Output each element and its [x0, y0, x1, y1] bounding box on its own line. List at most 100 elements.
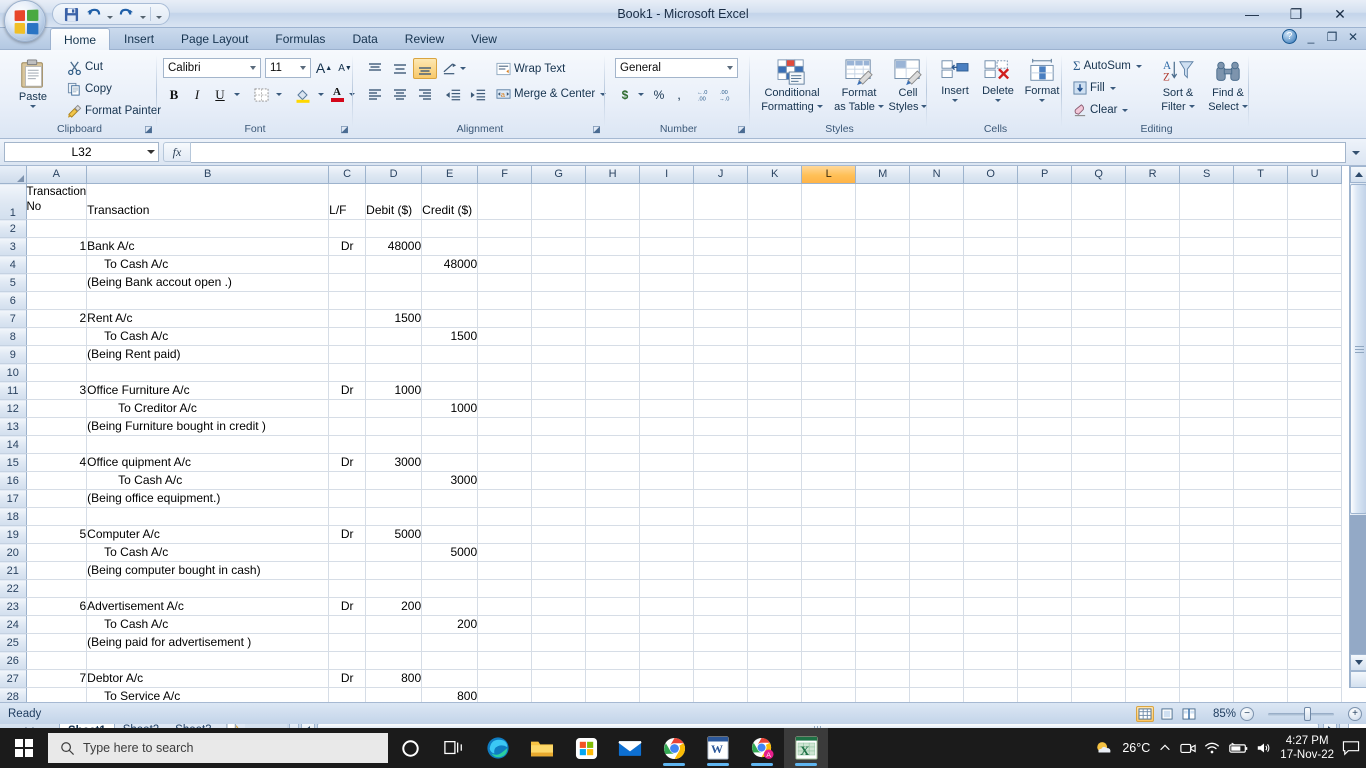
cell-Q8[interactable]	[1071, 327, 1127, 346]
cell-H6[interactable]	[585, 291, 641, 310]
cell-U3[interactable]	[1287, 237, 1343, 256]
number-format-dropdown-icon[interactable]	[722, 59, 737, 77]
cell-C15[interactable]: Dr	[328, 453, 367, 472]
cell-S9[interactable]	[1179, 345, 1235, 364]
italic-button[interactable]: I	[186, 84, 208, 105]
cell-N22[interactable]	[909, 579, 965, 598]
cell-S22[interactable]	[1179, 579, 1235, 598]
name-box[interactable]: L32	[4, 142, 159, 162]
cell-R24[interactable]	[1125, 615, 1181, 634]
conditional-formatting-button[interactable]: Conditional Formatting	[756, 56, 828, 115]
cell-H11[interactable]	[585, 381, 641, 400]
paste-button[interactable]: Paste	[8, 56, 58, 110]
cell-F3[interactable]	[477, 237, 533, 256]
cell-E15[interactable]	[421, 453, 479, 472]
cell-C4[interactable]	[328, 255, 367, 274]
cell-D18[interactable]	[365, 507, 423, 526]
cell-G9[interactable]	[531, 345, 587, 364]
row-header-6[interactable]: 6	[0, 291, 27, 310]
cell-T22[interactable]	[1233, 579, 1289, 598]
cell-P26[interactable]	[1017, 651, 1073, 670]
tab-formulas[interactable]: Formulas	[262, 28, 338, 50]
cell-Q6[interactable]	[1071, 291, 1127, 310]
cell-U27[interactable]	[1287, 669, 1343, 688]
cell-S23[interactable]	[1179, 597, 1235, 616]
cell-D12[interactable]	[365, 399, 423, 418]
cell-O16[interactable]	[963, 471, 1019, 490]
cell-M26[interactable]	[855, 651, 911, 670]
row-header-17[interactable]: 17	[0, 489, 27, 508]
find-select-dropdown-icon[interactable]	[1241, 104, 1248, 108]
copy-button[interactable]: Copy	[64, 80, 115, 98]
wrap-text-button[interactable]: Wrap Text	[493, 60, 568, 78]
cell-A4[interactable]	[26, 255, 88, 274]
cell-C3[interactable]: Dr	[328, 237, 367, 256]
cell-A23[interactable]: 6	[26, 597, 88, 616]
tab-review[interactable]: Review	[392, 28, 457, 50]
cell-I23[interactable]	[639, 597, 695, 616]
cell-O24[interactable]	[963, 615, 1019, 634]
cell-G8[interactable]	[531, 327, 587, 346]
cell-K26[interactable]	[747, 651, 803, 670]
sort-filter-button[interactable]: AZ Sort & Filter	[1154, 56, 1202, 115]
cell-M6[interactable]	[855, 291, 911, 310]
cell-N7[interactable]	[909, 309, 965, 328]
cell-P21[interactable]	[1017, 561, 1073, 580]
cell-T11[interactable]	[1233, 381, 1289, 400]
cell-B23[interactable]: Advertisement A/c	[86, 597, 330, 616]
cell-Q14[interactable]	[1071, 435, 1127, 454]
cell-L25[interactable]	[801, 633, 857, 652]
percent-format-button[interactable]: %	[649, 84, 669, 105]
cell-J6[interactable]	[693, 291, 749, 310]
cell-R27[interactable]	[1125, 669, 1181, 688]
action-center-icon[interactable]	[1342, 740, 1360, 756]
row-header-20[interactable]: 20	[0, 543, 27, 562]
cell-M27[interactable]	[855, 669, 911, 688]
cell-U20[interactable]	[1287, 543, 1343, 562]
cell-J3[interactable]	[693, 237, 749, 256]
cell-O14[interactable]	[963, 435, 1019, 454]
cell-O1[interactable]	[963, 183, 1019, 220]
cell-I10[interactable]	[639, 363, 695, 382]
minimize-ribbon-button[interactable]: _	[1304, 30, 1318, 44]
cell-H20[interactable]	[585, 543, 641, 562]
cell-U5[interactable]	[1287, 273, 1343, 292]
grow-font-button[interactable]: A ▲	[314, 58, 334, 78]
cell-E16[interactable]: 3000	[421, 471, 479, 490]
decrease-decimal-button[interactable]: .00 →.0	[717, 84, 738, 105]
cell-O2[interactable]	[963, 219, 1019, 238]
cell-I1[interactable]	[639, 183, 695, 220]
cell-R4[interactable]	[1125, 255, 1181, 274]
cell-K7[interactable]	[747, 309, 803, 328]
cell-N18[interactable]	[909, 507, 965, 526]
start-button[interactable]	[0, 728, 48, 768]
cell-G22[interactable]	[531, 579, 587, 598]
column-header-u[interactable]: U	[1287, 166, 1343, 184]
cell-E10[interactable]	[421, 363, 479, 382]
cell-A6[interactable]	[26, 291, 88, 310]
cell-G20[interactable]	[531, 543, 587, 562]
cell-K1[interactable]	[747, 183, 803, 220]
cell-J5[interactable]	[693, 273, 749, 292]
cell-T8[interactable]	[1233, 327, 1289, 346]
cell-S5[interactable]	[1179, 273, 1235, 292]
cell-D6[interactable]	[365, 291, 423, 310]
cell-F13[interactable]	[477, 417, 533, 436]
cell-L16[interactable]	[801, 471, 857, 490]
cell-C19[interactable]: Dr	[328, 525, 367, 544]
cell-P2[interactable]	[1017, 219, 1073, 238]
cell-A15[interactable]: 4	[26, 453, 88, 472]
cell-C2[interactable]	[328, 219, 367, 238]
cell-E19[interactable]	[421, 525, 479, 544]
cell-M24[interactable]	[855, 615, 911, 634]
cell-R25[interactable]	[1125, 633, 1181, 652]
cell-K3[interactable]	[747, 237, 803, 256]
cell-S19[interactable]	[1179, 525, 1235, 544]
cell-R11[interactable]	[1125, 381, 1181, 400]
cell-P23[interactable]	[1017, 597, 1073, 616]
cell-T16[interactable]	[1233, 471, 1289, 490]
cell-M20[interactable]	[855, 543, 911, 562]
autosum-dropdown-icon[interactable]	[1135, 64, 1142, 68]
weather-icon[interactable]	[1094, 739, 1114, 757]
format-painter-button[interactable]: Format Painter	[64, 102, 164, 120]
